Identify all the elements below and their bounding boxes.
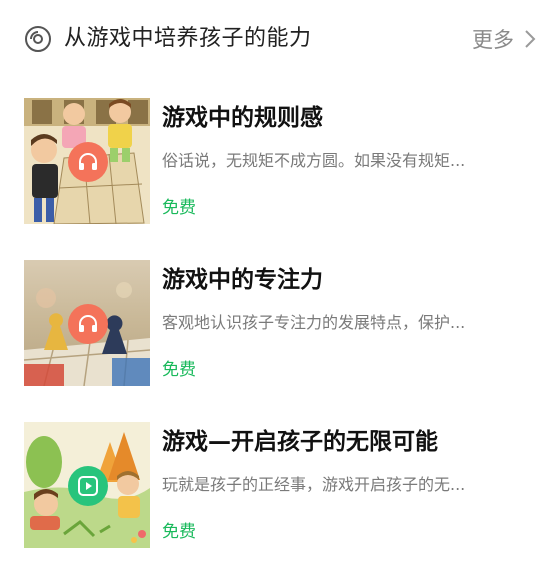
more-link[interactable]: 更多 bbox=[472, 22, 536, 56]
more-label: 更多 bbox=[472, 28, 514, 52]
thumbnail-possibilities bbox=[24, 422, 150, 548]
audio-badge bbox=[68, 304, 108, 344]
play-icon bbox=[78, 476, 98, 496]
item-title: 游戏中的规则感 bbox=[162, 105, 323, 131]
item-title: 游戏—开启孩子的无限可能 bbox=[162, 429, 438, 455]
item-description: 客观地认识孩子专注力的发展特点，保护... bbox=[162, 313, 466, 332]
item-price: 免费 bbox=[162, 522, 196, 542]
audio-badge bbox=[68, 142, 108, 182]
item-price: 免费 bbox=[162, 198, 196, 218]
list-item[interactable]: 游戏中的专注力 客观地认识孩子专注力的发展特点，保护... 免费 bbox=[0, 260, 560, 390]
thumbnail-rules bbox=[24, 98, 150, 224]
chevron-right-icon bbox=[525, 30, 536, 48]
list-item[interactable]: 游戏中的规则感 俗话说，无规矩不成方圆。如果没有规矩... 免费 bbox=[0, 98, 560, 228]
item-price: 免费 bbox=[162, 360, 196, 380]
item-description: 俗话说，无规矩不成方圆。如果没有规矩... bbox=[162, 151, 466, 170]
item-title: 游戏中的专注力 bbox=[162, 267, 323, 293]
disc-icon bbox=[25, 26, 51, 52]
section-header: 从游戏中培养孩子的能力 更多 bbox=[0, 0, 560, 82]
section-title: 从游戏中培养孩子的能力 bbox=[64, 26, 312, 51]
thumbnail-focus bbox=[24, 260, 150, 386]
headphones-icon bbox=[79, 153, 97, 170]
video-badge bbox=[68, 466, 108, 506]
item-description: 玩就是孩子的正经事，游戏开启孩子的无... bbox=[162, 475, 466, 494]
list-item[interactable]: 游戏—开启孩子的无限可能 玩就是孩子的正经事，游戏开启孩子的无... 免费 bbox=[0, 422, 560, 552]
headphones-icon bbox=[79, 315, 97, 332]
